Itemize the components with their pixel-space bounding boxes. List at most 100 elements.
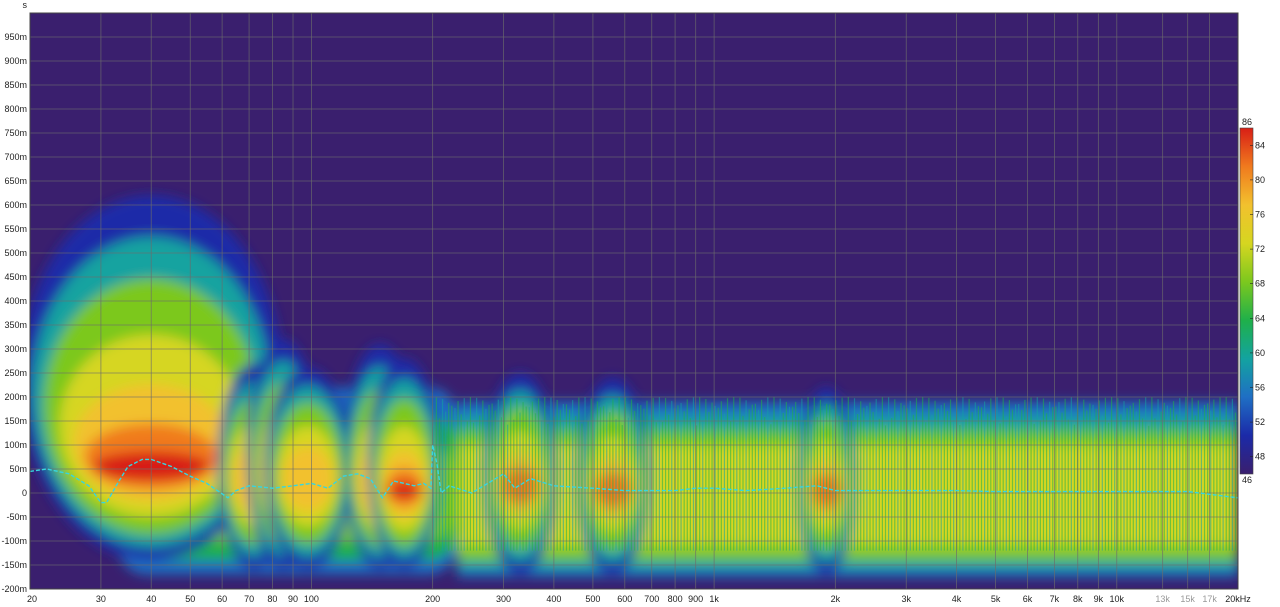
streak — [1222, 424, 1224, 551]
streak — [1176, 414, 1178, 551]
streak — [435, 397, 437, 551]
streak — [615, 419, 617, 551]
streak — [1151, 397, 1153, 551]
x-tick-label: 90 — [288, 594, 298, 604]
y-tick-label: 300m — [4, 344, 27, 354]
streak — [723, 414, 726, 551]
streak — [931, 415, 933, 551]
streak — [720, 401, 722, 551]
streak — [838, 415, 840, 551]
x-tick-label: 8k — [1073, 594, 1083, 604]
y-tick-label: 400m — [4, 296, 27, 306]
streak — [962, 397, 964, 551]
streak — [900, 403, 902, 551]
streak — [987, 413, 989, 551]
colorbar-tick-label: 60 — [1255, 348, 1265, 358]
streak — [922, 397, 924, 551]
streak — [1114, 421, 1116, 551]
streak — [593, 413, 595, 551]
streak — [618, 397, 620, 551]
streak — [1101, 415, 1103, 551]
colorbar-tick-label: 56 — [1255, 383, 1265, 393]
streak — [550, 397, 552, 551]
y-tick-label: 0 — [22, 488, 27, 498]
streak — [965, 419, 967, 551]
streak — [1163, 402, 1165, 551]
streak — [1141, 418, 1144, 551]
streak — [949, 399, 952, 551]
streak — [940, 405, 942, 551]
streak — [943, 403, 945, 551]
streak — [643, 408, 645, 551]
streak — [736, 423, 738, 551]
streak — [1002, 397, 1004, 551]
x-tick-label: 17k — [1202, 594, 1217, 604]
streak — [451, 405, 453, 551]
streak — [1039, 420, 1041, 551]
streak — [1210, 410, 1212, 551]
x-tick-label: 500 — [585, 594, 600, 604]
colorbar-tick-label: 80 — [1255, 175, 1265, 185]
streak — [742, 415, 744, 551]
streak — [1188, 422, 1190, 551]
streak — [894, 399, 896, 551]
streak — [565, 404, 568, 551]
y-tick-label: -50m — [6, 512, 27, 522]
y-tick-label: 250m — [4, 368, 27, 378]
streak — [454, 407, 456, 551]
x-tick-label: 6k — [1023, 594, 1033, 604]
streak — [1145, 397, 1147, 551]
streak — [816, 416, 818, 551]
streak — [776, 419, 778, 551]
streak — [689, 418, 691, 551]
y-tick-label: 450m — [4, 272, 27, 282]
streak — [1138, 399, 1141, 551]
streak — [748, 409, 750, 551]
x-tick-label: 5k — [991, 594, 1001, 604]
streak — [1095, 408, 1097, 551]
y-tick-label: 650m — [4, 176, 27, 186]
streak — [1086, 410, 1088, 551]
streak — [770, 424, 772, 551]
y-tick-label: 500m — [4, 248, 27, 258]
blob-3-layer-6 — [288, 474, 328, 491]
streak — [671, 400, 673, 551]
streak — [497, 399, 499, 551]
streak — [984, 401, 986, 551]
streak — [959, 425, 961, 551]
y-axis-label: s — [23, 0, 28, 10]
streak — [1014, 404, 1017, 551]
streak — [751, 404, 753, 551]
streak — [556, 399, 558, 551]
streak — [1135, 411, 1137, 551]
blob-5-layer-6 — [387, 482, 421, 500]
x-tick-label: 2k — [831, 594, 841, 604]
streak — [547, 423, 549, 551]
streak — [971, 412, 973, 551]
streak — [479, 415, 481, 551]
streak — [482, 400, 484, 551]
streak — [525, 406, 527, 551]
x-tick-label: 800 — [668, 594, 683, 604]
colorbar-tick-label: 84 — [1255, 140, 1265, 150]
y-tick-label: 800m — [4, 104, 27, 114]
x-tick-label: 400 — [546, 594, 561, 604]
y-tick-label: -100m — [1, 536, 27, 546]
streak — [760, 399, 763, 551]
streak — [1126, 407, 1128, 551]
streak — [441, 399, 444, 551]
streak — [621, 425, 623, 551]
colorbar-tick-label: 48 — [1255, 452, 1265, 462]
streak — [1231, 398, 1234, 551]
streak — [1197, 400, 1199, 551]
x-tick-label: 20kHz — [1225, 594, 1251, 604]
y-tick-label: 100m — [4, 440, 27, 450]
x-tick-label: 1k — [709, 594, 719, 604]
streak — [469, 397, 472, 551]
x-tick-label: 700 — [644, 594, 659, 604]
streak — [1225, 397, 1227, 551]
streak — [541, 420, 543, 551]
streak — [863, 407, 865, 551]
streak — [909, 400, 911, 551]
streak — [1219, 397, 1221, 551]
